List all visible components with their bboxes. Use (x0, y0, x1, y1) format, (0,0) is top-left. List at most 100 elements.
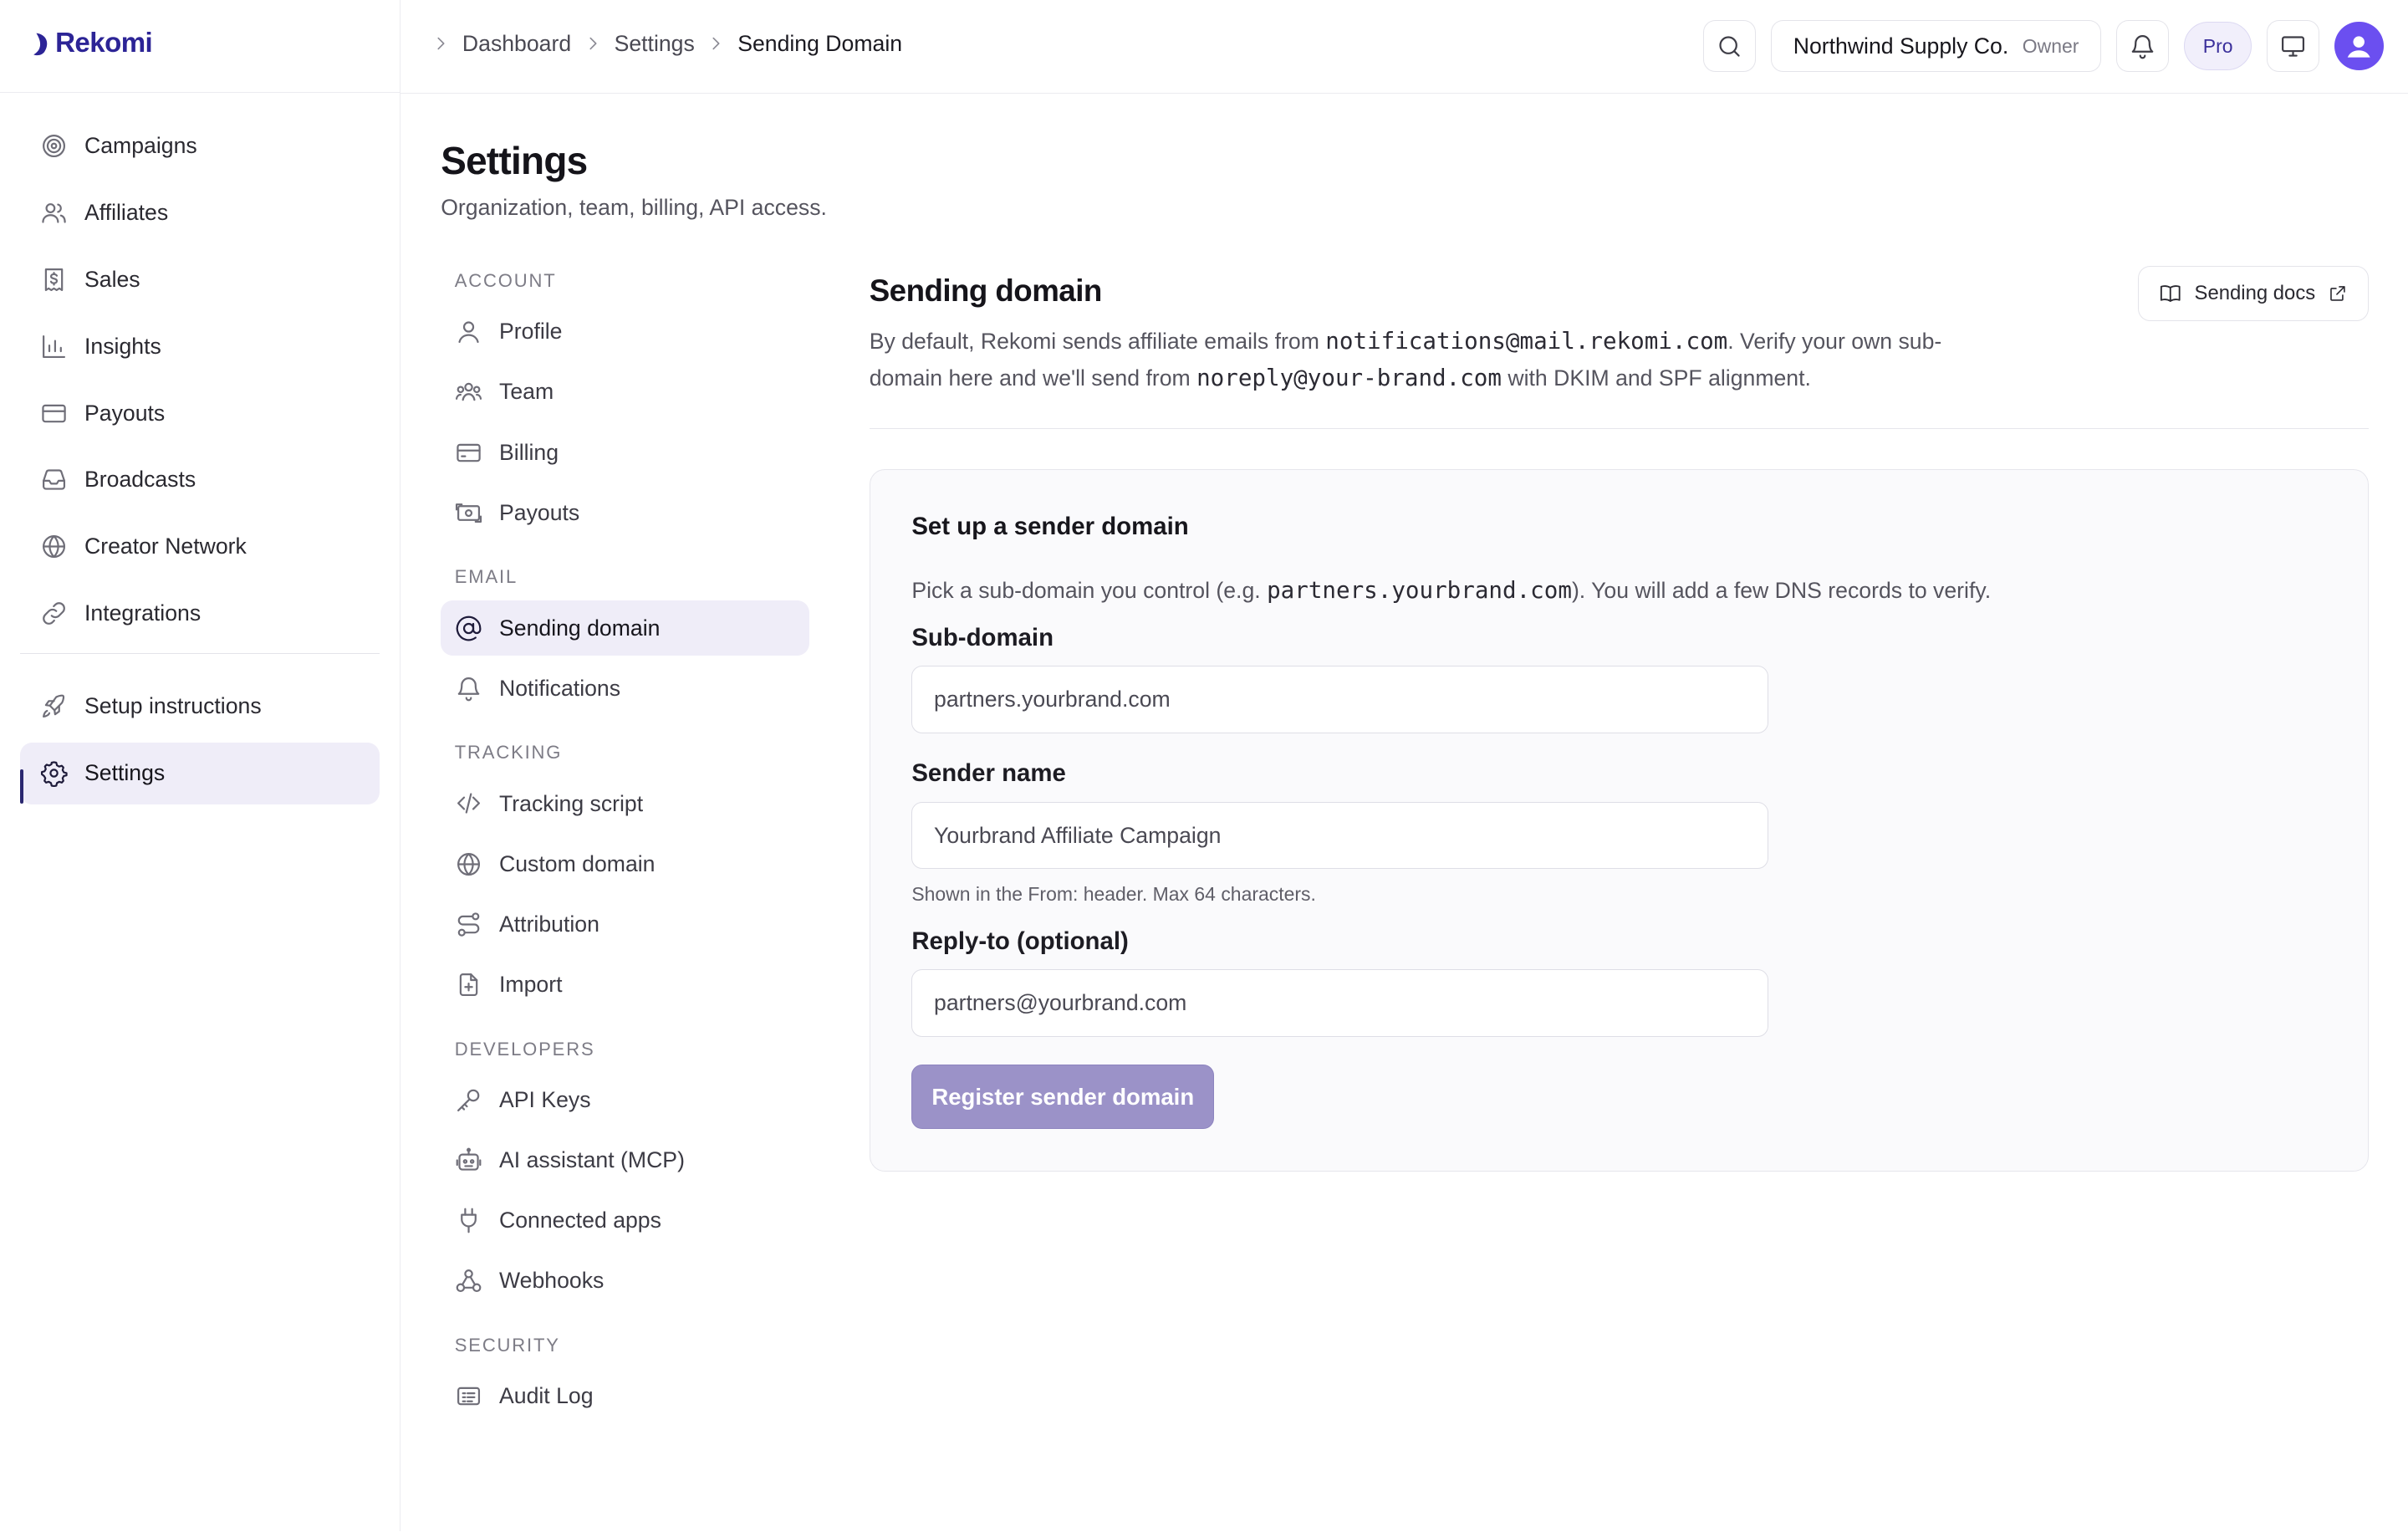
sending-docs-button[interactable]: Sending docs (2138, 265, 2369, 321)
settings-item-attribution[interactable]: Attribution (441, 896, 809, 952)
nav-item-payouts[interactable]: Payouts (20, 382, 380, 443)
settings-nav: Account Profile Team Billing Payouts Ema… (441, 258, 810, 1429)
page-title: Settings (441, 139, 588, 183)
receipt-icon (44, 268, 64, 291)
globe-icon (457, 852, 480, 876)
plan-badge[interactable]: Pro (2184, 21, 2252, 71)
search-icon (1719, 35, 1740, 57)
nav-label: Setup instructions (84, 693, 262, 719)
topbar-actions: Northwind Supply Co. Owner Pro (1703, 19, 2385, 73)
settings-item-label: Sending domain (499, 615, 661, 641)
route-icon (457, 912, 480, 937)
gear-icon (40, 761, 68, 788)
section-description: By default, Rekomi sends affiliate email… (870, 323, 2006, 396)
settings-item-team[interactable]: Team (441, 365, 809, 420)
settings-item-label: Profile (499, 319, 563, 345)
section-divider (869, 428, 2369, 429)
settings-item-import[interactable]: Import (441, 957, 809, 1012)
bell-icon (2131, 34, 2154, 59)
top-bar: Dashboard Settings Sending Domain Northw… (400, 0, 2408, 94)
settings-item-sending-domain[interactable]: Sending domain (441, 600, 810, 656)
desc-text-1: By default, Rekomi sends affiliate email… (869, 328, 1326, 354)
nav-item-integrations[interactable]: Integrations (20, 583, 380, 644)
rocket-icon (42, 695, 64, 718)
notifications-button[interactable] (2116, 19, 2169, 73)
nav-item-settings[interactable]: Settings (19, 743, 380, 804)
org-switcher[interactable]: Northwind Supply Co. Owner (1771, 19, 2102, 73)
settings-item-label: Import (499, 972, 563, 998)
reply-to-input[interactable]: partners@yourbrand.com (911, 969, 1769, 1038)
settings-item-audit-log[interactable]: Audit Log (441, 1369, 809, 1424)
logo-text: Rekomi (55, 28, 153, 59)
section-heading-security: Security (454, 1334, 560, 1356)
settings-item-tracking-script[interactable]: Tracking script (441, 776, 809, 831)
link-icon (42, 602, 65, 626)
settings-item-profile[interactable]: Profile (441, 304, 809, 360)
team-icon (455, 383, 482, 401)
settings-item-label: Billing (499, 439, 559, 465)
section-heading-account: Account (454, 270, 557, 292)
settings-item-billing[interactable]: Billing (441, 425, 809, 480)
breadcrumb-settings[interactable]: Settings (615, 31, 695, 57)
nav-item-creator-network[interactable]: Creator Network (20, 516, 380, 577)
nav-item-campaigns[interactable]: Campaigns (20, 115, 380, 176)
settings-item-label: Webhooks (499, 1268, 605, 1294)
org-name: Northwind Supply Co. (1793, 33, 2009, 59)
nav-item-setup-instructions[interactable]: Setup instructions (20, 676, 380, 737)
default-from-address: notifications@mail.rekomi.com (1325, 327, 1728, 355)
target-icon (42, 134, 65, 158)
key-icon (457, 1089, 480, 1111)
example-subdomain: partners.yourbrand.com (1267, 576, 1572, 604)
file-import-icon (459, 973, 478, 997)
rekomi-logo[interactable]: Rekomi (31, 28, 153, 59)
log-list-icon (457, 1386, 480, 1406)
settings-item-payouts[interactable]: Payouts (441, 485, 809, 540)
display-button[interactable] (2267, 19, 2319, 73)
nav-label: Creator Network (84, 534, 247, 559)
nav-label: Sales (84, 266, 140, 292)
settings-item-ai-assistant[interactable]: AI assistant (MCP) (441, 1132, 809, 1187)
user-avatar-icon (2348, 36, 2371, 58)
nav-label: Affiliates (84, 199, 169, 225)
settings-item-notifications[interactable]: Notifications (441, 661, 809, 716)
settings-item-label: Connected apps (499, 1208, 661, 1233)
settings-item-webhooks[interactable]: Webhooks (441, 1254, 809, 1309)
subdomain-input[interactable]: partners.yourbrand.com (911, 666, 1769, 733)
bell-icon (457, 677, 480, 702)
breadcrumb-current: Sending Domain (737, 30, 903, 56)
credit-card-icon (457, 443, 481, 462)
bot-icon (456, 1147, 482, 1171)
sender-name-input[interactable]: Yourbrand Affiliate Campaign (911, 801, 1769, 870)
settings-item-connected-apps[interactable]: Connected apps (441, 1193, 809, 1249)
breadcrumb-dashboard[interactable]: Dashboard (462, 31, 571, 57)
users-icon (42, 202, 66, 223)
search-button[interactable] (1703, 19, 1756, 73)
nav-item-affiliates[interactable]: Affiliates (20, 182, 380, 243)
nav-label: Payouts (84, 400, 166, 426)
sender-name-label: Sender name (911, 759, 1066, 788)
monitor-icon (2282, 35, 2305, 57)
settings-item-label: API Keys (499, 1086, 591, 1112)
webhook-icon (456, 1269, 482, 1293)
section-heading-email: Email (454, 566, 518, 588)
register-sender-domain-button[interactable]: Register sender domain (911, 1065, 1215, 1130)
settings-item-custom-domain[interactable]: Custom domain (441, 836, 809, 891)
desc-text-3: with DKIM and SPF alignment. (1501, 365, 1811, 391)
sidebar-divider (0, 92, 401, 93)
sender-name-hint: Shown in the From: header. Max 64 charac… (911, 883, 1316, 905)
inbox-icon (42, 469, 65, 491)
nav-item-sales[interactable]: Sales (20, 249, 380, 310)
settings-item-api-keys[interactable]: API Keys (441, 1072, 809, 1127)
sending-domain-panel: Sending domain Sending docs By default, … (869, 265, 2369, 1172)
main-sidebar: Rekomi Campaigns Affiliates Sales Insigh… (0, 0, 401, 1532)
settings-item-label: Payouts (499, 499, 580, 525)
primary-nav: Campaigns Affiliates Sales Insights Payo… (19, 115, 380, 809)
settings-item-label: Notifications (499, 675, 621, 701)
nav-item-insights[interactable]: Insights (20, 315, 380, 376)
bar-chart-icon (42, 334, 65, 358)
sender-domain-form-card: Set up a sender domain Pick a sub-domain… (869, 469, 2369, 1172)
nav-item-broadcasts[interactable]: Broadcasts (20, 449, 380, 510)
book-open-icon (2161, 285, 2181, 302)
avatar[interactable] (2334, 21, 2385, 71)
plug-icon (460, 1208, 477, 1233)
